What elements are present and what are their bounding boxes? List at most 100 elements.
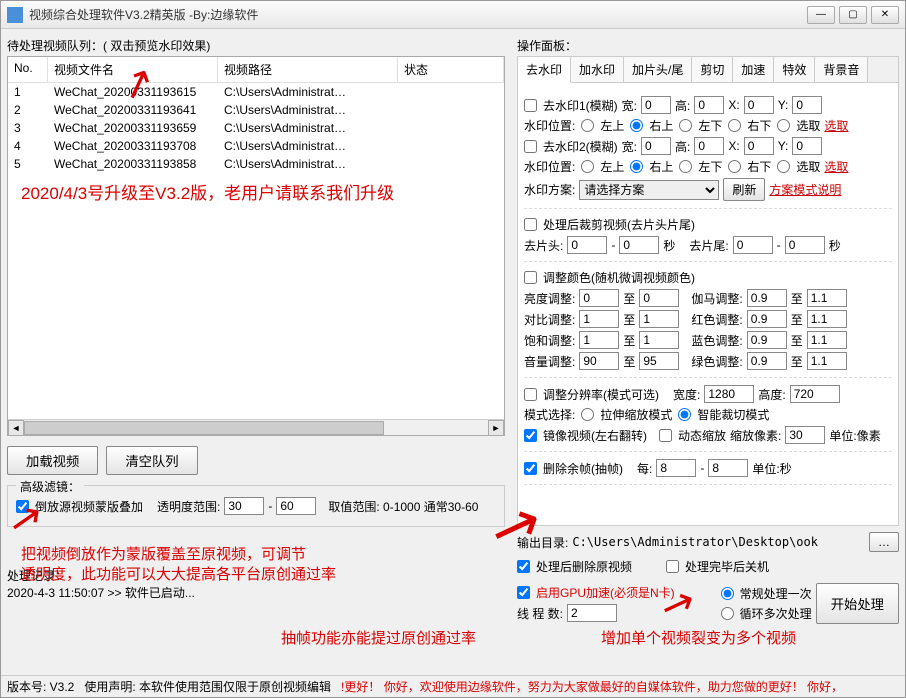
opacity-hint: 取值范围: 0-1000 通常30-60 bbox=[328, 498, 478, 515]
res-checkbox[interactable] bbox=[524, 388, 537, 401]
shutdown-checkbox[interactable] bbox=[666, 560, 679, 573]
remove-wm1-checkbox[interactable] bbox=[524, 99, 537, 112]
wm2-pos-tl-radio[interactable] bbox=[581, 160, 594, 173]
gamma2-input[interactable] bbox=[807, 289, 847, 307]
wm1-pos-bl-radio[interactable] bbox=[679, 119, 692, 132]
wm2-pos-bl-radio[interactable] bbox=[679, 160, 692, 173]
res-h-input[interactable] bbox=[790, 385, 840, 403]
titlebar: 视频综合处理软件V3.2精英版 -By:边缘软件 — ▢ ✕ bbox=[1, 1, 905, 29]
bright1-input[interactable] bbox=[579, 289, 619, 307]
mirror-checkbox[interactable] bbox=[524, 429, 537, 442]
reverse-overlay-label: 倒放源视频蒙版叠加 bbox=[35, 498, 143, 515]
res-w-input[interactable] bbox=[704, 385, 754, 403]
start-process-button[interactable]: 开始处理 bbox=[816, 583, 899, 624]
tab-3[interactable]: 剪切 bbox=[692, 57, 733, 82]
col-status[interactable]: 状态 bbox=[398, 57, 504, 82]
maximize-button[interactable]: ▢ bbox=[839, 6, 867, 24]
red2-input[interactable] bbox=[807, 310, 847, 328]
opacity-max-input[interactable] bbox=[276, 497, 316, 515]
green1-input[interactable] bbox=[747, 352, 787, 370]
dynzoom-checkbox[interactable] bbox=[659, 429, 672, 442]
tab-4[interactable]: 加速 bbox=[733, 57, 774, 82]
vol1-input[interactable] bbox=[579, 352, 619, 370]
hscrollbar[interactable]: ◄ ► bbox=[8, 419, 504, 435]
wm-scheme-select[interactable]: 请选择方案 bbox=[579, 180, 719, 200]
tab-5[interactable]: 特效 bbox=[774, 57, 815, 82]
table-row[interactable]: 4WeChat_20200331193708C:\Users\Administr… bbox=[8, 137, 504, 155]
wm2-x-input[interactable] bbox=[744, 137, 774, 155]
trim-head2-input[interactable] bbox=[619, 236, 659, 254]
wm1-pos-br-radio[interactable] bbox=[728, 119, 741, 132]
scroll-right-icon[interactable]: ► bbox=[488, 420, 504, 436]
res-mode-stretch-radio[interactable] bbox=[581, 408, 594, 421]
table-row[interactable]: 5WeChat_20200331193858C:\Users\Administr… bbox=[8, 155, 504, 173]
mode-once-radio[interactable] bbox=[721, 587, 734, 600]
wm1-w-input[interactable] bbox=[641, 96, 671, 114]
res-mode-smart-radio[interactable] bbox=[678, 408, 691, 421]
contrast1-input[interactable] bbox=[579, 310, 619, 328]
wm2-pos-br-radio[interactable] bbox=[728, 160, 741, 173]
browse-button[interactable]: … bbox=[869, 532, 899, 552]
green2-input[interactable] bbox=[807, 352, 847, 370]
wm2-y-input[interactable] bbox=[792, 137, 822, 155]
load-video-button[interactable]: 加载视频 bbox=[7, 446, 98, 475]
col-path[interactable]: 视频路径 bbox=[218, 57, 398, 82]
close-button[interactable]: ✕ bbox=[871, 6, 899, 24]
wm-scheme-help-link[interactable]: 方案模式说明 bbox=[769, 181, 841, 198]
trim-head1-input[interactable] bbox=[567, 236, 607, 254]
wm-refresh-button[interactable]: 刷新 bbox=[723, 178, 765, 201]
gamma1-input[interactable] bbox=[747, 289, 787, 307]
trim-tail1-input[interactable] bbox=[733, 236, 773, 254]
wm1-x-input[interactable] bbox=[744, 96, 774, 114]
vol2-input[interactable] bbox=[639, 352, 679, 370]
thread-input[interactable] bbox=[567, 604, 617, 622]
wm2-w-input[interactable] bbox=[641, 137, 671, 155]
tab-1[interactable]: 加水印 bbox=[571, 57, 624, 82]
frame-v1-input[interactable] bbox=[656, 459, 696, 477]
red1-input[interactable] bbox=[747, 310, 787, 328]
wm1-h-input[interactable] bbox=[694, 96, 724, 114]
scroll-left-icon[interactable]: ◄ bbox=[8, 420, 24, 436]
bright2-input[interactable] bbox=[639, 289, 679, 307]
dropframe-checkbox[interactable] bbox=[524, 462, 537, 475]
contrast2-input[interactable] bbox=[639, 310, 679, 328]
frame-v2-input[interactable] bbox=[708, 459, 748, 477]
wm2-select-link[interactable]: 选取 bbox=[824, 158, 848, 175]
tab-2[interactable]: 加片头/尾 bbox=[624, 57, 692, 82]
delete-src-label: 处理后删除原视频 bbox=[536, 558, 632, 575]
wm2-h-input[interactable] bbox=[694, 137, 724, 155]
wm1-pos-sel-radio[interactable] bbox=[777, 119, 790, 132]
wm1-pos-tr-radio[interactable] bbox=[630, 119, 643, 132]
reverse-overlay-checkbox[interactable] bbox=[16, 500, 29, 513]
table-row[interactable]: 1WeChat_20200331193615C:\Users\Administr… bbox=[8, 83, 504, 101]
wm2-pos-tr-radio[interactable] bbox=[630, 160, 643, 173]
wm2-pos-sel-radio[interactable] bbox=[777, 160, 790, 173]
wm1-y-input[interactable] bbox=[792, 96, 822, 114]
opacity-label: 透明度范围: bbox=[157, 498, 220, 515]
blue2-input[interactable] bbox=[807, 331, 847, 349]
video-table: No. 视频文件名 视频路径 状态 1WeChat_20200331193615… bbox=[7, 56, 505, 436]
delete-src-checkbox[interactable] bbox=[517, 560, 530, 573]
zoom-px-input[interactable] bbox=[785, 426, 825, 444]
mode-loop-radio[interactable] bbox=[721, 607, 734, 620]
clear-queue-button[interactable]: 清空队列 bbox=[106, 446, 197, 475]
minimize-button[interactable]: — bbox=[807, 6, 835, 24]
tab-6[interactable]: 背景音 bbox=[815, 57, 868, 82]
wm1-select-link[interactable]: 选取 bbox=[824, 117, 848, 134]
opacity-min-input[interactable] bbox=[224, 497, 264, 515]
col-name[interactable]: 视频文件名 bbox=[48, 57, 218, 82]
blue1-input[interactable] bbox=[747, 331, 787, 349]
tab-0[interactable]: 去水印 bbox=[518, 57, 571, 83]
table-row[interactable]: 2WeChat_20200331193641C:\Users\Administr… bbox=[8, 101, 504, 119]
trim-tail2-input[interactable] bbox=[785, 236, 825, 254]
gpu-checkbox[interactable] bbox=[517, 586, 530, 599]
col-no[interactable]: No. bbox=[8, 57, 48, 82]
sat1-input[interactable] bbox=[579, 331, 619, 349]
table-row[interactable]: 3WeChat_20200331193659C:\Users\Administr… bbox=[8, 119, 504, 137]
sat2-input[interactable] bbox=[639, 331, 679, 349]
remove-wm2-checkbox[interactable] bbox=[524, 140, 537, 153]
wm1-pos-tl-radio[interactable] bbox=[581, 119, 594, 132]
scroll-thumb[interactable] bbox=[24, 421, 384, 435]
trim-checkbox[interactable] bbox=[524, 218, 537, 231]
color-checkbox[interactable] bbox=[524, 271, 537, 284]
